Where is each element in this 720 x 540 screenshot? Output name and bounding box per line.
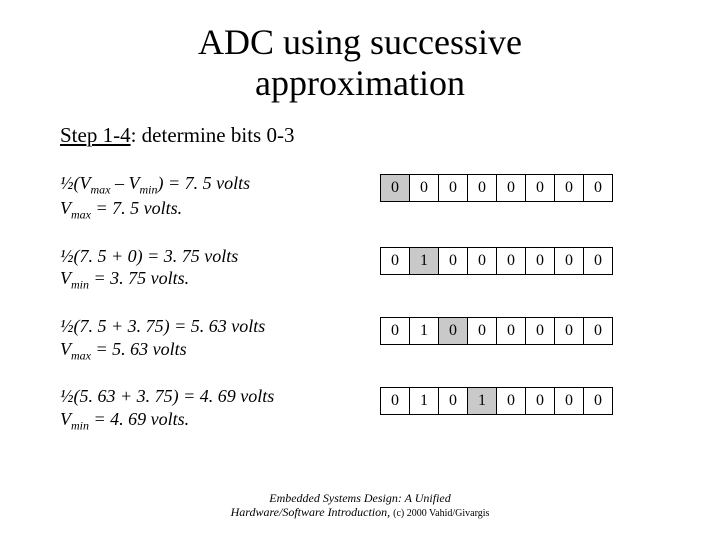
bit-cell: 0: [554, 174, 584, 202]
eq-line-1: ½(5. 63 + 3. 75) = 4. 69 volts: [60, 386, 274, 406]
bit-cell: 0: [525, 247, 555, 275]
bit-cell: 0: [438, 247, 468, 275]
step-row: ½(7. 5 + 3. 75) = 5. 63 volts Vmax = 5. …: [60, 315, 680, 363]
bit-cell: 0: [438, 387, 468, 415]
bit-cell: 0: [554, 247, 584, 275]
bit-cell: 0: [583, 247, 613, 275]
bit-cell: 0: [438, 317, 468, 345]
bit-cell: 0: [525, 387, 555, 415]
footer-line-2a: Hardware/Software Introduction,: [231, 505, 394, 519]
bit-cell: 0: [496, 247, 526, 275]
bit-cell: 0: [380, 317, 410, 345]
equation-block: ½(7. 5 + 0) = 3. 75 volts Vmin = 3. 75 v…: [60, 245, 380, 293]
bit-cell: 0: [554, 387, 584, 415]
title-line-2: approximation: [255, 63, 465, 103]
eq-line-1: ½(Vmax – Vmin) = 7. 5 volts: [60, 173, 250, 193]
eq-line-1: ½(7. 5 + 3. 75) = 5. 63 volts: [60, 316, 265, 336]
footer-line-1: Embedded Systems Design: A Unified: [269, 491, 451, 505]
eq-line-1: ½(7. 5 + 0) = 3. 75 volts: [60, 246, 238, 266]
bit-cell: 0: [467, 317, 497, 345]
bit-cell: 0: [583, 317, 613, 345]
content-rows: ½(Vmax – Vmin) = 7. 5 volts Vmax = 7. 5 …: [60, 172, 680, 433]
bit-cell: 0: [554, 317, 584, 345]
step-row: ½(5. 63 + 3. 75) = 4. 69 volts Vmin = 4.…: [60, 385, 680, 433]
eq-line-2: Vmax = 5. 63 volts: [60, 339, 187, 359]
bit-cell: 0: [496, 317, 526, 345]
bit-cell: 0: [525, 317, 555, 345]
bit-cell: 1: [409, 317, 439, 345]
bit-cell: 1: [409, 387, 439, 415]
bit-register: 00000000: [380, 174, 613, 202]
step-heading: Step 1-4: determine bits 0-3: [60, 123, 680, 148]
bit-cell: 0: [380, 387, 410, 415]
bit-cell: 0: [583, 174, 613, 202]
eq-line-2: Vmin = 3. 75 volts.: [60, 268, 189, 288]
bit-cell: 0: [380, 247, 410, 275]
eq-line-2: Vmin = 4. 69 volts.: [60, 409, 189, 429]
step-underlined: Step 1-4: [60, 123, 131, 147]
eq-line-2: Vmax = 7. 5 volts.: [60, 198, 182, 218]
bit-cell: 0: [467, 247, 497, 275]
bit-cell: 0: [583, 387, 613, 415]
step-row: ½(7. 5 + 0) = 3. 75 volts Vmin = 3. 75 v…: [60, 245, 680, 293]
footer-citation: Embedded Systems Design: A Unified Hardw…: [0, 491, 720, 520]
bit-register: 01000000: [380, 247, 613, 275]
bit-cell: 0: [496, 387, 526, 415]
title-line-1: ADC using successive: [198, 22, 522, 62]
slide: ADC using successive approximation Step …: [0, 0, 720, 433]
bit-cell: 1: [467, 387, 497, 415]
footer-copyright: (c) 2000 Vahid/Givargis: [393, 508, 489, 519]
equation-block: ½(5. 63 + 3. 75) = 4. 69 volts Vmin = 4.…: [60, 385, 380, 433]
step-rest: : determine bits 0-3: [131, 123, 295, 147]
equation-block: ½(Vmax – Vmin) = 7. 5 volts Vmax = 7. 5 …: [60, 172, 380, 223]
bit-cell: 0: [496, 174, 526, 202]
bit-cell: 0: [438, 174, 468, 202]
bit-cell: 1: [409, 247, 439, 275]
step-row: ½(Vmax – Vmin) = 7. 5 volts Vmax = 7. 5 …: [60, 172, 680, 223]
bit-register: 01000000: [380, 317, 613, 345]
equation-block: ½(7. 5 + 3. 75) = 5. 63 volts Vmax = 5. …: [60, 315, 380, 363]
bit-cell: 0: [380, 174, 410, 202]
page-title: ADC using successive approximation: [40, 22, 680, 105]
bit-cell: 0: [525, 174, 555, 202]
bit-cell: 0: [409, 174, 439, 202]
bit-cell: 0: [467, 174, 497, 202]
bit-register: 01010000: [380, 387, 613, 415]
